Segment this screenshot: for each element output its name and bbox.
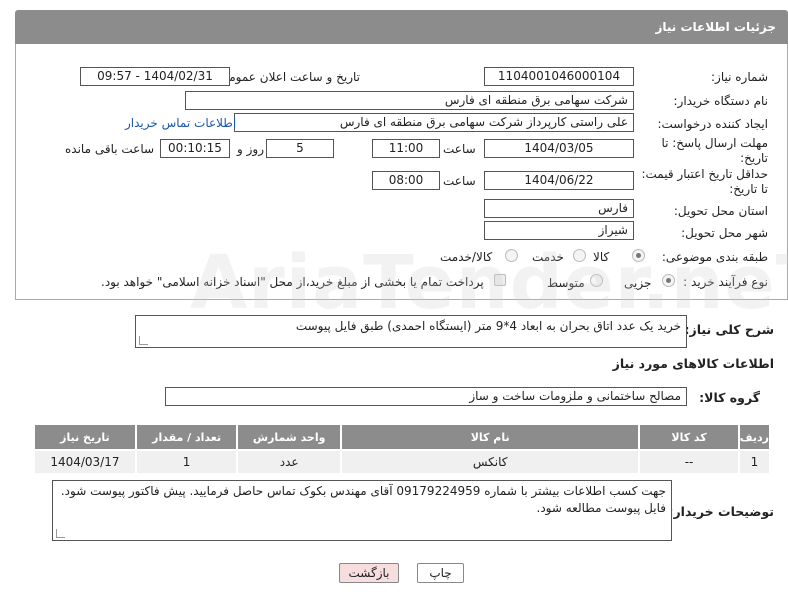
- province-field: فارس: [484, 199, 634, 218]
- deadline-time-label: ساعت: [443, 142, 476, 156]
- need-number-field: 1104001046000104: [484, 67, 634, 86]
- cell-name: کانکس: [339, 449, 641, 475]
- resize-handle-icon[interactable]: [56, 529, 65, 538]
- resize-handle-icon[interactable]: [139, 336, 148, 345]
- goods-group-label: گروه کالا:: [699, 390, 760, 405]
- remaining-label: ساعت باقی مانده: [65, 142, 155, 156]
- validity-label: حداقل تاریخ اعتبار قیمت:: [641, 167, 768, 181]
- description-textarea[interactable]: خرید یک عدد اتاق بحران به ابعاد 4*9 متر …: [135, 315, 687, 348]
- back-button[interactable]: بازگشت: [339, 563, 399, 583]
- print-button[interactable]: چاپ: [417, 563, 464, 583]
- col-name: نام کالا: [339, 423, 641, 451]
- buyer-notes-label: توضیحات خریدار:: [668, 504, 774, 519]
- buyer-notes-text: جهت کسب اطلاعات بیشتر با شماره 091792249…: [60, 484, 666, 515]
- validity-time-field: 08:00: [372, 171, 440, 190]
- goods-table: ردیف کد کالا نام کالا واحد شمارش تعداد /…: [33, 423, 772, 475]
- cell-qty: 1: [134, 449, 239, 475]
- watermark-logo: AriaTender.neT: [190, 240, 788, 326]
- col-code: کد کالا: [638, 423, 740, 451]
- city-field: شیراز: [484, 221, 634, 240]
- goods-group-field: مصالح ساختمانی و ملزومات ساخت و ساز: [165, 387, 687, 406]
- cell-unit: عدد: [236, 449, 342, 475]
- validity-label-date: تا تاریخ:: [729, 182, 768, 196]
- need-number-label: شماره نیاز:: [711, 70, 768, 84]
- announce-label: تاریخ و ساعت اعلان عمومی:: [215, 70, 360, 84]
- buyer-notes-textarea[interactable]: جهت کسب اطلاعات بیشتر با شماره 091792249…: [52, 480, 672, 541]
- deadline-time-field: 11:00: [372, 139, 440, 158]
- validity-date-field: 1404/06/22: [484, 171, 634, 190]
- page-header: جزئیات اطلاعات نیاز: [15, 10, 788, 44]
- buyer-org-field: شرکت سهامی برق منطقه ای فارس: [185, 91, 634, 110]
- province-label: استان محل تحویل:: [673, 204, 768, 218]
- cell-date: 1404/03/17: [33, 449, 137, 475]
- table-row: 1 -- کانکس عدد 1 1404/03/17: [33, 449, 772, 475]
- description-label: شرح کلی نیاز:: [684, 322, 774, 337]
- days-field: 5: [266, 139, 334, 158]
- cell-code: --: [638, 449, 740, 475]
- col-row: ردیف: [737, 423, 772, 451]
- goods-section-title: اطلاعات کالاهای مورد نیاز: [612, 356, 774, 371]
- deadline-label: مهلت ارسال پاسخ: تا: [661, 136, 768, 150]
- city-label: شهر محل تحویل:: [681, 226, 768, 240]
- remaining-time-field: 00:10:15: [160, 139, 230, 158]
- description-text: خرید یک عدد اتاق بحران به ابعاد 4*9 متر …: [295, 319, 681, 333]
- validity-time-label: ساعت: [443, 174, 476, 188]
- buyer-org-label: نام دستگاه خریدار:: [673, 94, 769, 108]
- col-unit: واحد شمارش: [236, 423, 342, 451]
- announce-field: 1404/02/31 - 09:57: [80, 67, 230, 86]
- requester-label: ایجاد کننده درخواست:: [657, 117, 768, 131]
- cell-row: 1: [737, 449, 772, 475]
- deadline-label-date: تاریخ:: [740, 151, 768, 165]
- buyer-contact-link[interactable]: اطلاعات تماس خریدار: [125, 116, 236, 130]
- deadline-date-field: 1404/03/05: [484, 139, 634, 158]
- goods-table-header: ردیف کد کالا نام کالا واحد شمارش تعداد /…: [33, 423, 772, 451]
- page-title: جزئیات اطلاعات نیاز: [655, 20, 776, 34]
- requester-field: علی راستی کارپرداز شرکت سهامی برق منطقه …: [234, 113, 634, 132]
- col-date: تاریخ نیاز: [33, 423, 137, 451]
- days-label: روز و: [237, 142, 264, 156]
- col-qty: تعداد / مقدار: [134, 423, 239, 451]
